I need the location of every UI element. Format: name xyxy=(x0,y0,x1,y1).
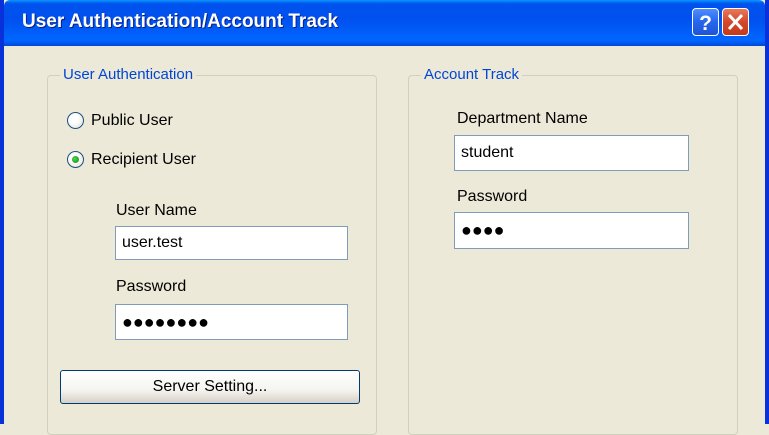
account-track-group: Account Track xyxy=(408,66,738,435)
help-icon: ? xyxy=(699,12,712,35)
public-user-label[interactable]: Public User xyxy=(91,112,173,130)
close-icon xyxy=(727,13,744,31)
recipient-user-label[interactable]: Recipient User xyxy=(91,151,196,169)
user-authentication-legend: User Authentication xyxy=(60,66,197,84)
help-button[interactable]: ? xyxy=(692,8,719,36)
dialog-window: User Authentication/Account Track ? User… xyxy=(0,0,769,435)
recipient-user-radio[interactable] xyxy=(67,151,84,168)
account-password-label: Password xyxy=(457,188,528,205)
close-button[interactable] xyxy=(722,8,749,36)
department-name-input[interactable] xyxy=(454,135,689,171)
user-name-input[interactable] xyxy=(115,226,348,260)
user-password-input[interactable]: ●●●●●●●● xyxy=(115,304,348,340)
title-bar[interactable]: User Authentication/Account Track ? xyxy=(4,0,765,46)
radio-selected-dot xyxy=(72,156,79,163)
svg-text:?: ? xyxy=(699,12,712,35)
user-password-label: Password xyxy=(116,278,187,295)
account-password-input[interactable]: ●●●● xyxy=(454,212,689,249)
window-title: User Authentication/Account Track xyxy=(22,11,339,32)
department-name-label: Department Name xyxy=(457,110,588,127)
user-name-label: User Name xyxy=(116,202,197,219)
account-track-legend: Account Track xyxy=(421,66,523,84)
server-setting-button[interactable]: Server Setting... xyxy=(60,370,360,404)
public-user-radio[interactable] xyxy=(67,112,84,129)
